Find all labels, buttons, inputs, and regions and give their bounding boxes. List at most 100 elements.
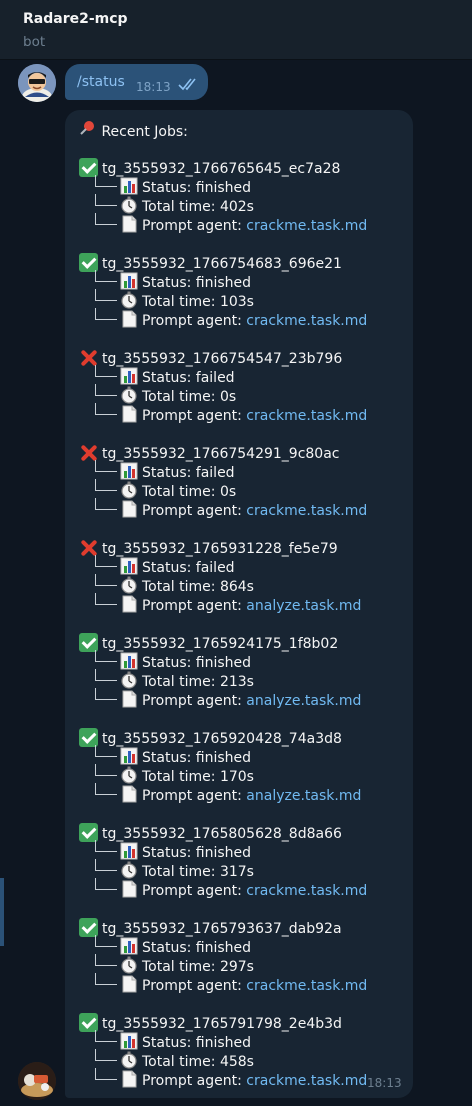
agent-link[interactable]: crackme.task.md	[246, 408, 367, 424]
agent-link[interactable]: crackme.task.md	[246, 1073, 367, 1089]
document-icon	[120, 690, 138, 708]
tree-connector	[93, 859, 120, 880]
agent-label: Prompt agent:	[142, 598, 247, 614]
stopwatch-icon	[120, 956, 138, 974]
job-title: tg_3555932_1765924175_1f8b02	[79, 633, 338, 653]
time-value: 402s	[219, 199, 254, 215]
agent-link[interactable]: crackme.task.md	[246, 313, 367, 329]
tree-connector	[93, 574, 120, 595]
tree-connector	[93, 745, 120, 766]
status-value: finished	[195, 275, 252, 291]
agent-link[interactable]: analyze.task.md	[246, 598, 361, 614]
time-label: Total time:	[142, 199, 220, 215]
job-id: tg_3555932_1765931228_fe5e79	[102, 541, 338, 557]
tree-connector	[93, 308, 120, 329]
time-label: Total time:	[142, 484, 220, 500]
agent-link[interactable]: crackme.task.md	[246, 883, 367, 899]
tree-connector	[93, 688, 120, 709]
status-value: finished	[195, 940, 252, 956]
job-entry: tg_3555932_1766754547_23b796 Status: fail…	[79, 348, 409, 428]
job-status-row: Status: finished	[93, 840, 251, 861]
job-title: tg_3555932_1765920428_74a3d8	[79, 728, 342, 748]
job-status-row: Status: failed	[93, 460, 235, 481]
tree-connector	[93, 840, 120, 861]
incoming-message[interactable]: Recent Jobs: tg_3555932_1766765645_ec7a2…	[65, 110, 413, 1098]
job-id: tg_3555932_1765793637_dab92a	[102, 921, 342, 937]
job-id: tg_3555932_1765791798_2e4b3d	[102, 1016, 342, 1032]
job-entry: tg_3555932_1765924175_1f8b02 Status: fini…	[79, 633, 409, 713]
bar-chart-icon	[120, 1032, 138, 1050]
job-entry: tg_3555932_1765805628_8d8a66 Status: fini…	[79, 823, 409, 903]
job-status-row: Status: finished	[93, 745, 252, 766]
job-id: tg_3555932_1765805628_8d8a66	[102, 826, 342, 842]
time-value: 170s	[219, 769, 254, 785]
status-label: Status:	[142, 370, 196, 386]
outgoing-message[interactable]: /status 18:13	[65, 64, 208, 100]
chat-header[interactable]: Radare2-mcp bot	[0, 0, 472, 60]
job-time-row: Total time: 0s	[93, 384, 236, 405]
time-label: Total time:	[142, 959, 220, 975]
tree-connector	[93, 669, 120, 690]
job-agent-row: Prompt agent: crackme.task.md	[93, 403, 367, 424]
agent-label: Prompt agent:	[142, 1073, 247, 1089]
chat-title: Radare2-mcp	[23, 11, 128, 27]
bot-avatar[interactable]	[18, 1062, 56, 1100]
job-status-row: Status: failed	[93, 555, 235, 576]
job-id: tg_3555932_1766754547_23b796	[102, 351, 343, 367]
tree-connector	[93, 1049, 120, 1070]
time-value: 213s	[219, 674, 254, 690]
stopwatch-icon	[120, 196, 138, 214]
message-time: 18:13	[367, 1076, 402, 1090]
agent-link[interactable]: analyze.task.md	[246, 788, 361, 804]
bar-chart-icon	[120, 177, 138, 195]
agent-label: Prompt agent:	[142, 788, 247, 804]
job-time-row: Total time: 297s	[93, 954, 254, 975]
agent-link[interactable]: crackme.task.md	[246, 978, 367, 994]
job-id: tg_3555932_1766765645_ec7a28	[102, 161, 341, 177]
tree-connector	[93, 498, 120, 519]
job-id: tg_3555932_1766754291_9c80ac	[102, 446, 340, 462]
tree-connector	[93, 270, 120, 291]
agent-link[interactable]: analyze.task.md	[246, 693, 361, 709]
status-label: Status:	[142, 845, 196, 861]
bar-chart-icon	[120, 937, 138, 955]
job-title: tg_3555932_1765793637_dab92a	[79, 918, 342, 938]
bar-chart-icon	[120, 557, 138, 575]
job-time-row: Total time: 0s	[93, 479, 236, 500]
status-value: finished	[195, 750, 252, 766]
time-label: Total time:	[142, 864, 220, 880]
tree-connector	[93, 650, 120, 671]
agent-link[interactable]: crackme.task.md	[246, 503, 367, 519]
document-icon	[120, 500, 138, 518]
time-value: 864s	[219, 579, 254, 595]
job-time-row: Total time: 103s	[93, 289, 254, 310]
agent-link[interactable]: crackme.task.md	[246, 218, 367, 234]
job-status-row: Status: finished	[93, 175, 252, 196]
job-time-row: Total time: 864s	[93, 574, 254, 595]
time-label: Total time:	[142, 294, 220, 310]
document-icon	[120, 880, 138, 898]
status-value: finished	[195, 180, 252, 196]
bar-chart-icon	[120, 462, 138, 480]
job-id: tg_3555932_1765924175_1f8b02	[102, 636, 339, 652]
tree-connector	[93, 555, 120, 576]
job-time-row: Total time: 458s	[93, 1049, 254, 1070]
status-label: Status:	[142, 180, 196, 196]
job-entry: tg_3555932_1766765645_ec7a28 Status: fini…	[79, 158, 409, 238]
time-value: 317s	[219, 864, 254, 880]
job-status-row: Status: finished	[93, 935, 252, 956]
job-agent-row: Prompt agent: analyze.task.md	[93, 688, 361, 709]
tree-connector	[93, 764, 120, 785]
job-status-row: Status: finished	[93, 270, 252, 291]
tree-connector	[93, 954, 120, 975]
time-value: 458s	[219, 1054, 254, 1070]
command-text[interactable]: /status	[77, 74, 125, 90]
status-label: Status:	[142, 275, 196, 291]
bar-chart-icon	[120, 367, 138, 385]
stopwatch-icon	[120, 291, 138, 309]
user-avatar[interactable]	[18, 64, 56, 102]
tree-connector	[93, 935, 120, 956]
job-title: tg_3555932_1766754291_9c80ac	[79, 443, 340, 463]
time-label: Total time:	[142, 674, 220, 690]
job-entry: tg_3555932_1766754683_696e21 Status: fini…	[79, 253, 409, 333]
